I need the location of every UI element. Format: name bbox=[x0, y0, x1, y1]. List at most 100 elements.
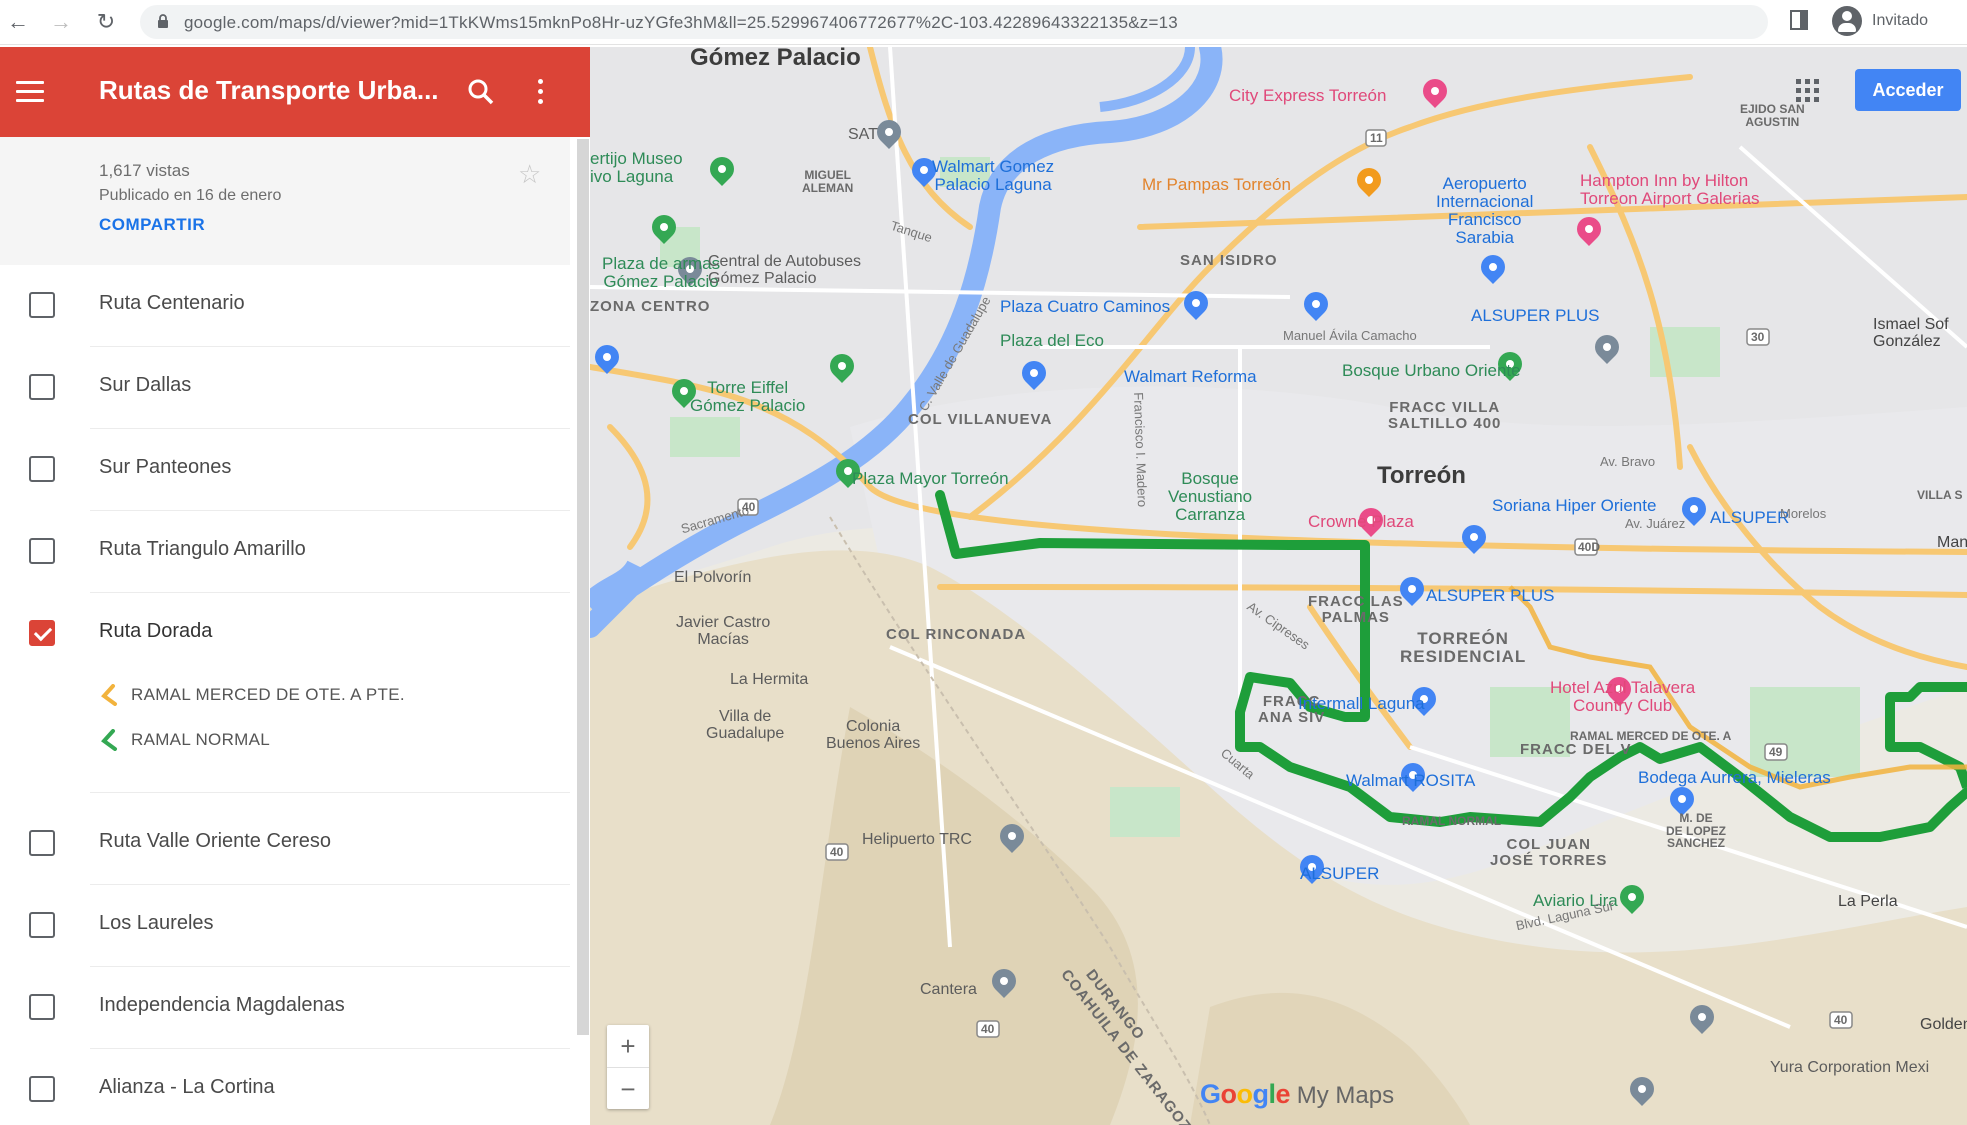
poi-label: Aeropuerto Internacional Francisco Sarab… bbox=[1436, 174, 1534, 247]
search-icon[interactable] bbox=[466, 77, 496, 107]
road-label: Manto bbox=[1937, 534, 1967, 551]
address-bar[interactable]: google.com/maps/d/viewer?mid=1TkKWms15mk… bbox=[140, 5, 1768, 39]
layer-checkbox-checked[interactable] bbox=[29, 620, 55, 646]
back-icon[interactable]: ← bbox=[4, 8, 32, 36]
layer-checkbox[interactable] bbox=[29, 912, 55, 938]
poi-label: Bodega Aurrera, Mieleras bbox=[1638, 768, 1831, 787]
browser-toolbar: ← → ↻ google.com/maps/d/viewer?mid=1TkKW… bbox=[0, 0, 1967, 45]
area-label: M. DE DE LOPEZ SANCHEZ bbox=[1666, 811, 1727, 851]
more-options-icon[interactable] bbox=[536, 79, 544, 107]
area-label: COL JUAN JOSÉ TORRES bbox=[1490, 836, 1608, 869]
published-date: Publicado en 16 de enero bbox=[99, 187, 282, 204]
area-label: TORREÓN RESIDENCIAL bbox=[1400, 629, 1527, 666]
layer-label: Ruta Triangulo Amarillo bbox=[99, 538, 306, 560]
layer-item[interactable]: Independencia Magdalenas bbox=[0, 967, 570, 1049]
poi-label: Villa de Guadalupe bbox=[706, 708, 785, 742]
poi-label: Helipuerto TRC bbox=[862, 831, 972, 848]
star-icon[interactable]: ☆ bbox=[518, 159, 541, 190]
highway-shield: 40 bbox=[1834, 1013, 1848, 1027]
reload-icon[interactable]: ↻ bbox=[92, 8, 120, 36]
highway-shield: 40 bbox=[981, 1022, 995, 1036]
highway-shield: 11 bbox=[1370, 131, 1383, 145]
poi-label: Soriana Hiper Oriente bbox=[1492, 496, 1657, 515]
map-base bbox=[590, 47, 1967, 1125]
poi-label: Bosque Venustiano Carranza bbox=[1168, 469, 1253, 524]
poi-label: Golden L bbox=[1920, 1016, 1967, 1033]
poi-label: SAT bbox=[848, 126, 878, 143]
highway-shield: 30 bbox=[1751, 330, 1765, 344]
layer-checkbox[interactable] bbox=[29, 374, 55, 400]
profile-label[interactable]: Invitado bbox=[1872, 12, 1928, 30]
layer-item[interactable]: Alianza - La Cortina bbox=[0, 1049, 570, 1125]
layer-label: Sur Panteones bbox=[99, 456, 232, 478]
google-my-maps-logo: Google My Maps bbox=[1200, 1079, 1394, 1110]
poi-label: Colonia Buenos Aires bbox=[826, 718, 921, 752]
poi-label: El Polvorín bbox=[674, 569, 752, 586]
area-label: MIGUEL ALEMAN bbox=[802, 168, 854, 195]
poi-label: La Hermita bbox=[730, 671, 809, 688]
layer-checkbox[interactable] bbox=[29, 292, 55, 318]
sublayer-item[interactable]: RAMAL MERCED DE OTE. A PTE. bbox=[99, 680, 559, 710]
poi-label: Plaza de armas Gómez Palacio bbox=[602, 254, 721, 291]
poi-label: ALSUPER bbox=[1300, 864, 1380, 883]
layer-checkbox[interactable] bbox=[29, 994, 55, 1020]
layer-checkbox[interactable] bbox=[29, 456, 55, 482]
layer-checkbox[interactable] bbox=[29, 830, 55, 856]
layer-item[interactable]: Los Laureles bbox=[0, 885, 570, 967]
poi-label: Yura Corporation Mexi bbox=[1770, 1059, 1930, 1076]
zoom-out-button[interactable]: − bbox=[607, 1068, 649, 1110]
map-canvas[interactable]: Gómez Palacio Torreón City Express Torre… bbox=[590, 47, 1967, 1125]
sublayer-item[interactable]: RAMAL NORMAL bbox=[99, 725, 559, 755]
city-label: Torreón bbox=[1377, 462, 1466, 489]
profile-icon[interactable] bbox=[1832, 6, 1862, 36]
layer-checkbox[interactable] bbox=[29, 1076, 55, 1102]
road-label: Av. Bravo bbox=[1600, 454, 1656, 469]
sublayer-label: RAMAL MERCED DE OTE. A PTE. bbox=[131, 685, 405, 704]
poi-label: Hampton Inn by Hilton Torreon Airport Ga… bbox=[1580, 171, 1760, 208]
sign-in-button[interactable]: Acceder bbox=[1855, 69, 1961, 111]
panel-header: Rutas de Transporte Urba... bbox=[0, 47, 590, 137]
share-button[interactable]: COMPARTIR bbox=[99, 215, 205, 235]
poi-label: ALSUPER bbox=[1710, 508, 1790, 527]
layer-checkbox[interactable] bbox=[29, 538, 55, 564]
layer-item-ruta-dorada[interactable]: Ruta Dorada bbox=[0, 593, 570, 675]
poi-label: ALSUPER PLUS bbox=[1471, 306, 1600, 325]
zoom-in-button[interactable]: + bbox=[607, 1025, 649, 1068]
road-label: Francisco I. Madero bbox=[1131, 391, 1151, 508]
layer-item[interactable]: Sur Dallas bbox=[0, 347, 570, 429]
map-legend-panel: Rutas de Transporte Urba... 1,617 vistas… bbox=[0, 47, 590, 1125]
layer-item[interactable]: Ruta Triangulo Amarillo bbox=[0, 511, 570, 593]
line-style-icon bbox=[101, 729, 117, 751]
poi-label: Torre Eiffel Gómez Palacio bbox=[690, 378, 806, 415]
poi-label: Walmart Gomez Palacio Laguna bbox=[932, 157, 1055, 194]
poi-label: Javier Castro Macías bbox=[676, 614, 771, 648]
poi-label: City Express Torreón bbox=[1229, 86, 1387, 105]
road-label: Manuel Ávila Camacho bbox=[1283, 328, 1417, 343]
area-label: EJIDO SAN AGUSTIN bbox=[1740, 102, 1805, 129]
apps-grid-icon[interactable] bbox=[1796, 79, 1820, 103]
area-label: COL RINCONADA bbox=[886, 626, 1027, 643]
zoom-control: + − bbox=[607, 1025, 649, 1109]
menu-icon[interactable] bbox=[16, 81, 44, 103]
forward-icon[interactable]: → bbox=[47, 8, 75, 36]
layer-label: Los Laureles bbox=[99, 912, 214, 934]
area-label: ZONA CENTRO bbox=[590, 298, 711, 315]
poi-label: Cantera bbox=[920, 981, 977, 998]
layer-item[interactable]: Ruta Valle Oriente Cereso bbox=[0, 803, 570, 885]
view-count: 1,617 vistas bbox=[99, 161, 190, 180]
highway-shield: 40 bbox=[830, 845, 844, 859]
map-info: 1,617 vistas Publicado en 16 de enero CO… bbox=[0, 137, 570, 265]
layer-item[interactable]: Sur Panteones bbox=[0, 429, 570, 511]
city-label: Gómez Palacio bbox=[690, 47, 861, 71]
layer-item[interactable]: Ruta Centenario bbox=[0, 265, 570, 347]
highway-shield: 40D bbox=[1578, 540, 1601, 554]
poi-label: Plaza Cuatro Caminos bbox=[1000, 297, 1171, 316]
tab-search-icon[interactable] bbox=[1790, 10, 1808, 30]
area-label: Ismael Sof González bbox=[1873, 316, 1949, 350]
road-label: Morelos bbox=[1780, 506, 1827, 521]
panel-scrollbar[interactable] bbox=[577, 139, 589, 1035]
area-label: FRACC VILLA SALTILLO 400 bbox=[1388, 399, 1502, 432]
highway-shield: 49 bbox=[1769, 745, 1783, 759]
poi-label: Crowne Plaza bbox=[1308, 512, 1414, 531]
layer-label: Ruta Centenario bbox=[99, 292, 245, 314]
